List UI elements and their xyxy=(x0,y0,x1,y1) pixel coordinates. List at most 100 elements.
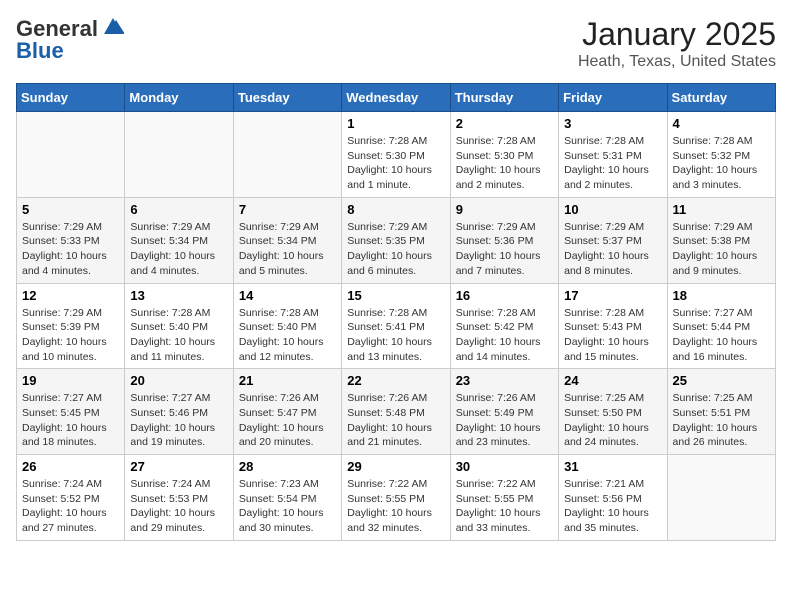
day-number: 9 xyxy=(456,202,553,217)
page-subtitle: Heath, Texas, United States xyxy=(578,53,776,71)
day-number: 12 xyxy=(22,288,119,303)
week-row-2: 5 Sunrise: 7:29 AMSunset: 5:33 PMDaylight… xyxy=(17,197,776,283)
day-cell-22: 22 Sunrise: 7:26 AMSunset: 5:48 PMDayligh… xyxy=(342,369,450,455)
day-number: 27 xyxy=(130,459,227,474)
day-cell-7: 7 Sunrise: 7:29 AMSunset: 5:34 PMDaylight… xyxy=(233,197,341,283)
col-header-thursday: Thursday xyxy=(450,84,558,112)
col-header-friday: Friday xyxy=(559,84,667,112)
day-number: 2 xyxy=(456,116,553,131)
day-info: Sunrise: 7:28 AMSunset: 5:30 PMDaylight:… xyxy=(456,134,553,193)
day-info: Sunrise: 7:21 AMSunset: 5:56 PMDaylight:… xyxy=(564,477,661,536)
col-header-tuesday: Tuesday xyxy=(233,84,341,112)
day-cell-11: 11Sunrise: 7:29 AMSunset: 5:38 PMDayligh… xyxy=(667,197,775,283)
day-number: 1 xyxy=(347,116,444,131)
day-info: Sunrise: 7:29 AMSunset: 5:34 PMDaylight:… xyxy=(239,220,336,279)
day-info: Sunrise: 7:28 AMSunset: 5:30 PMDaylight:… xyxy=(347,134,444,193)
day-info: Sunrise: 7:29 AMSunset: 5:38 PMDaylight:… xyxy=(673,220,770,279)
day-info: Sunrise: 7:28 AMSunset: 5:32 PMDaylight:… xyxy=(673,134,770,193)
day-info: Sunrise: 7:28 AMSunset: 5:31 PMDaylight:… xyxy=(564,134,661,193)
page-header: General Blue January 2025 Heath, Texas, … xyxy=(16,16,776,71)
day-info: Sunrise: 7:28 AMSunset: 5:42 PMDaylight:… xyxy=(456,306,553,365)
empty-cell xyxy=(233,112,341,198)
page-title: January 2025 xyxy=(578,16,776,53)
day-cell-3: 3 Sunrise: 7:28 AMSunset: 5:31 PMDaylight… xyxy=(559,112,667,198)
day-number: 20 xyxy=(130,373,227,388)
day-number: 4 xyxy=(673,116,770,131)
day-number: 13 xyxy=(130,288,227,303)
day-info: Sunrise: 7:22 AMSunset: 5:55 PMDaylight:… xyxy=(456,477,553,536)
logo-text-blue: Blue xyxy=(16,38,64,64)
day-info: Sunrise: 7:24 AMSunset: 5:53 PMDaylight:… xyxy=(130,477,227,536)
day-number: 29 xyxy=(347,459,444,474)
day-cell-18: 18 Sunrise: 7:27 AMSunset: 5:44 PMDayligh… xyxy=(667,283,775,369)
day-info: Sunrise: 7:27 AMSunset: 5:44 PMDaylight:… xyxy=(673,306,770,365)
day-info: Sunrise: 7:28 AMSunset: 5:41 PMDaylight:… xyxy=(347,306,444,365)
day-info: Sunrise: 7:28 AMSunset: 5:40 PMDaylight:… xyxy=(130,306,227,365)
title-block: January 2025 Heath, Texas, United States xyxy=(578,16,776,71)
day-number: 25 xyxy=(673,373,770,388)
day-info: Sunrise: 7:29 AMSunset: 5:33 PMDaylight:… xyxy=(22,220,119,279)
day-number: 26 xyxy=(22,459,119,474)
day-cell-14: 14 Sunrise: 7:28 AMSunset: 5:40 PMDayligh… xyxy=(233,283,341,369)
day-info: Sunrise: 7:23 AMSunset: 5:54 PMDaylight:… xyxy=(239,477,336,536)
day-number: 24 xyxy=(564,373,661,388)
empty-cell xyxy=(667,455,775,541)
day-cell-5: 5 Sunrise: 7:29 AMSunset: 5:33 PMDaylight… xyxy=(17,197,125,283)
day-number: 10 xyxy=(564,202,661,217)
day-number: 17 xyxy=(564,288,661,303)
day-info: Sunrise: 7:29 AMSunset: 5:34 PMDaylight:… xyxy=(130,220,227,279)
day-info: Sunrise: 7:25 AMSunset: 5:50 PMDaylight:… xyxy=(564,391,661,450)
col-header-wednesday: Wednesday xyxy=(342,84,450,112)
day-cell-28: 28 Sunrise: 7:23 AMSunset: 5:54 PMDayligh… xyxy=(233,455,341,541)
day-number: 18 xyxy=(673,288,770,303)
empty-cell xyxy=(125,112,233,198)
day-cell-24: 24 Sunrise: 7:25 AMSunset: 5:50 PMDayligh… xyxy=(559,369,667,455)
day-number: 14 xyxy=(239,288,336,303)
day-info: Sunrise: 7:26 AMSunset: 5:47 PMDaylight:… xyxy=(239,391,336,450)
day-cell-23: 23 Sunrise: 7:26 AMSunset: 5:49 PMDayligh… xyxy=(450,369,558,455)
day-cell-26: 26Sunrise: 7:24 AMSunset: 5:52 PMDayligh… xyxy=(17,455,125,541)
day-info: Sunrise: 7:25 AMSunset: 5:51 PMDaylight:… xyxy=(673,391,770,450)
day-number: 15 xyxy=(347,288,444,303)
day-number: 23 xyxy=(456,373,553,388)
week-row-3: 12 Sunrise: 7:29 AMSunset: 5:39 PMDayligh… xyxy=(17,283,776,369)
day-cell-6: 6 Sunrise: 7:29 AMSunset: 5:34 PMDaylight… xyxy=(125,197,233,283)
header-row: SundayMondayTuesdayWednesdayThursdayFrid… xyxy=(17,84,776,112)
day-info: Sunrise: 7:28 AMSunset: 5:40 PMDaylight:… xyxy=(239,306,336,365)
day-cell-25: 25 Sunrise: 7:25 AMSunset: 5:51 PMDayligh… xyxy=(667,369,775,455)
day-cell-4: 4 Sunrise: 7:28 AMSunset: 5:32 PMDaylight… xyxy=(667,112,775,198)
day-cell-31: 31 Sunrise: 7:21 AMSunset: 5:56 PMDayligh… xyxy=(559,455,667,541)
day-number: 19 xyxy=(22,373,119,388)
logo: General Blue xyxy=(16,16,124,64)
day-cell-1: 1 Sunrise: 7:28 AMSunset: 5:30 PMDaylight… xyxy=(342,112,450,198)
day-cell-29: 29Sunrise: 7:22 AMSunset: 5:55 PMDayligh… xyxy=(342,455,450,541)
day-info: Sunrise: 7:29 AMSunset: 5:37 PMDaylight:… xyxy=(564,220,661,279)
day-cell-13: 13 Sunrise: 7:28 AMSunset: 5:40 PMDayligh… xyxy=(125,283,233,369)
logo-icon xyxy=(102,16,124,38)
day-number: 30 xyxy=(456,459,553,474)
day-number: 16 xyxy=(456,288,553,303)
day-number: 22 xyxy=(347,373,444,388)
day-cell-27: 27 Sunrise: 7:24 AMSunset: 5:53 PMDayligh… xyxy=(125,455,233,541)
day-number: 6 xyxy=(130,202,227,217)
day-number: 31 xyxy=(564,459,661,474)
day-cell-20: 20Sunrise: 7:27 AMSunset: 5:46 PMDayligh… xyxy=(125,369,233,455)
day-cell-16: 16 Sunrise: 7:28 AMSunset: 5:42 PMDayligh… xyxy=(450,283,558,369)
day-cell-8: 8 Sunrise: 7:29 AMSunset: 5:35 PMDaylight… xyxy=(342,197,450,283)
day-info: Sunrise: 7:26 AMSunset: 5:49 PMDaylight:… xyxy=(456,391,553,450)
day-number: 28 xyxy=(239,459,336,474)
day-number: 5 xyxy=(22,202,119,217)
day-number: 8 xyxy=(347,202,444,217)
day-info: Sunrise: 7:29 AMSunset: 5:39 PMDaylight:… xyxy=(22,306,119,365)
day-cell-21: 21Sunrise: 7:26 AMSunset: 5:47 PMDayligh… xyxy=(233,369,341,455)
day-info: Sunrise: 7:29 AMSunset: 5:35 PMDaylight:… xyxy=(347,220,444,279)
day-cell-15: 15 Sunrise: 7:28 AMSunset: 5:41 PMDayligh… xyxy=(342,283,450,369)
col-header-saturday: Saturday xyxy=(667,84,775,112)
col-header-monday: Monday xyxy=(125,84,233,112)
week-row-4: 19Sunrise: 7:27 AMSunset: 5:45 PMDayligh… xyxy=(17,369,776,455)
day-cell-9: 9Sunrise: 7:29 AMSunset: 5:36 PMDaylight… xyxy=(450,197,558,283)
day-number: 7 xyxy=(239,202,336,217)
day-number: 3 xyxy=(564,116,661,131)
calendar-table: SundayMondayTuesdayWednesdayThursdayFrid… xyxy=(16,83,776,541)
day-info: Sunrise: 7:26 AMSunset: 5:48 PMDaylight:… xyxy=(347,391,444,450)
